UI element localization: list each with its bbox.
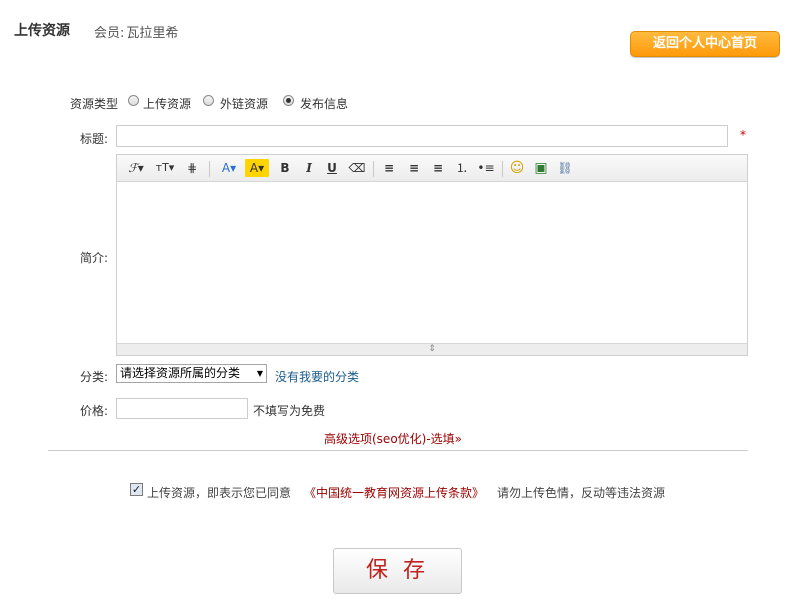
price-hint: 不填写为免费 <box>253 404 326 418</box>
title-input[interactable] <box>116 125 728 147</box>
radio-upload[interactable] <box>128 95 139 106</box>
double-chevron-down-icon: » <box>454 432 463 446</box>
price-label: 价格: <box>80 404 109 418</box>
radio-publish-label[interactable]: 发布信息 <box>300 95 348 112</box>
back-to-profile-button[interactable]: 返回个人中心首页 <box>630 31 780 57</box>
image-icon[interactable]: ▣ <box>532 159 550 177</box>
link-icon[interactable]: ⛓ <box>556 159 574 177</box>
italic-icon[interactable]: I <box>301 159 317 177</box>
intro-label: 简介: <box>80 251 109 265</box>
eraser-icon[interactable]: ⌫ <box>348 159 366 177</box>
highlight-color-icon[interactable]: A▾ <box>245 159 269 177</box>
underline-icon[interactable]: U <box>324 159 340 177</box>
ordered-list-icon[interactable]: ⒈ <box>453 159 471 177</box>
radio-publish[interactable] <box>283 95 294 106</box>
toolbar-separator <box>373 161 374 177</box>
member-info: 会员: 瓦拉里希 <box>94 22 178 41</box>
title-label: 标题: <box>80 132 109 146</box>
missing-category-link[interactable]: 没有我要的分类 <box>275 368 359 385</box>
radio-external[interactable] <box>203 95 214 106</box>
terms-link[interactable]: 《中国统一教育网资源上传条款》 <box>304 484 484 501</box>
resize-handle-icon[interactable]: ⇕ <box>425 345 439 354</box>
editor-toolbar: ℱ▾ ᴛT▾ ⋕ A▾ A▾ B I U ⌫ ≡ ≡ ≡ ⒈ •≡ ☺ ▣ ⛓ <box>117 155 747 182</box>
agree-text: 上传资源，即表示您已同意 <box>147 486 292 500</box>
category-selected-value: 请选择资源所属的分类 <box>120 366 241 380</box>
category-select[interactable]: 请选择资源所属的分类 ▼ <box>116 364 267 383</box>
warning-text: 请勿上传色情，反动等违法资源 <box>497 486 666 500</box>
save-button[interactable]: 保 存 <box>333 548 462 594</box>
radio-upload-label[interactable]: 上传资源 <box>143 95 191 112</box>
page-title: 上传资源 <box>14 23 70 39</box>
agree-checkbox[interactable]: ✓ <box>130 483 143 496</box>
unordered-list-icon[interactable]: •≡ <box>476 159 496 177</box>
font-size-icon[interactable]: ᴛT▾ <box>153 159 177 177</box>
font-family-icon[interactable]: ℱ▾ <box>125 159 147 177</box>
advanced-options-link[interactable]: 高级选项(seo优化)-选填» <box>324 430 462 447</box>
align-right-icon[interactable]: ≡ <box>429 159 447 177</box>
emoticon-icon[interactable]: ☺ <box>508 159 526 177</box>
toolbar-separator <box>502 161 503 177</box>
align-center-icon[interactable]: ≡ <box>405 159 423 177</box>
editor-resize-bar[interactable]: ⇕ <box>117 343 747 355</box>
category-label: 分类: <box>80 370 109 384</box>
divider <box>48 450 748 451</box>
price-input[interactable] <box>116 398 248 419</box>
advanced-options-label: 高级选项(seo优化)-选填 <box>324 432 455 446</box>
toolbar-separator <box>209 161 210 177</box>
chevron-down-icon: ▼ <box>256 369 263 378</box>
member-name: 瓦拉里希 <box>126 26 179 41</box>
align-left-icon[interactable]: ≡ <box>380 159 398 177</box>
bold-icon[interactable]: B <box>277 159 293 177</box>
resource-type-label: 资源类型 <box>70 97 119 111</box>
radio-external-label[interactable]: 外链资源 <box>220 95 268 112</box>
rich-text-editor: ℱ▾ ᴛT▾ ⋕ A▾ A▾ B I U ⌫ ≡ ≡ ≡ ⒈ •≡ ☺ ▣ ⛓ … <box>116 154 748 356</box>
editor-content-area[interactable] <box>117 183 747 343</box>
line-height-icon[interactable]: ⋕ <box>183 159 201 177</box>
font-color-icon[interactable]: A▾ <box>218 159 240 177</box>
required-mark: * <box>740 128 746 142</box>
member-label: 会员: <box>94 26 125 41</box>
